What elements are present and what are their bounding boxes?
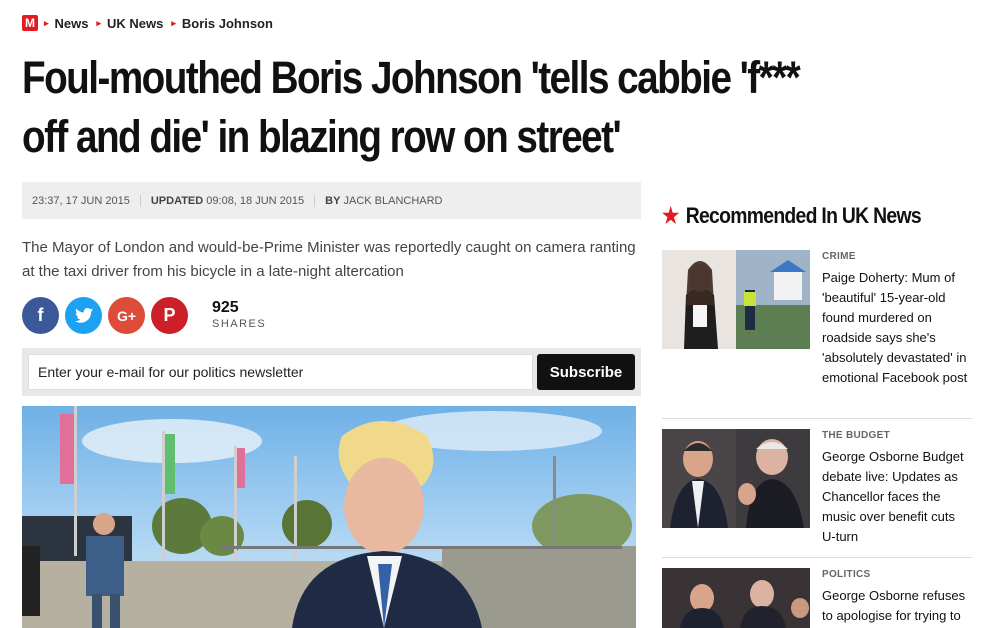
pinterest-share-button[interactable]: P [151,297,188,334]
google-plus-share-button[interactable]: G+ [108,297,145,334]
google-plus-icon: G+ [116,307,137,324]
twitter-share-button[interactable] [65,297,102,334]
author-link[interactable]: JACK BLANCHARD [343,195,442,207]
twitter-icon [74,308,93,323]
card-text: THE BUDGET George Osborne Budget debate … [822,429,972,547]
hero-photo [22,406,636,628]
card-thumbnail[interactable] [662,429,810,528]
breadcrumb-uk-news[interactable]: UK News [107,16,163,31]
recommended-card[interactable]: CRIME Paige Doherty: Mum of 'beautiful' … [662,250,972,410]
divider [662,418,972,419]
mirror-logo[interactable]: M [22,15,38,31]
chevron-right-icon: ▸ [44,17,49,28]
card-text: POLITICS George Osborne refuses to apolo… [822,568,972,626]
updated-value: 09:08, 18 JUN 2015 [206,194,305,207]
share-count: 925 SHARES [212,298,267,332]
article-headline: Foul-mouthed Boris Johnson 'tells cabbie… [22,52,801,162]
recommended-heading: ★ Recommended In UK News [662,203,922,229]
breadcrumb-news[interactable]: News [55,16,89,31]
share-bar: f G+ P 925 SHARES [22,297,266,334]
article-hero-image[interactable] [22,406,636,628]
card-text: CRIME Paige Doherty: Mum of 'beautiful' … [822,250,972,388]
breadcrumb: M ▸ News ▸ UK News ▸ Boris Johnson [22,13,281,33]
recommended-card[interactable]: POLITICS George Osborne refuses to apolo… [662,568,972,628]
card-category[interactable]: CRIME [822,250,972,264]
recommended-title: Recommended In UK News [685,203,922,228]
by-label: BY [325,194,341,207]
subscribe-button[interactable]: Subscribe [537,354,635,390]
article-meta-bar: 23:37, 17 JUN 2015 UPDATED 09:08, 18 JUN… [22,182,641,219]
newsletter-email-input[interactable] [28,354,533,390]
thumbnail-photo [662,250,810,349]
updated-label: UPDATED [150,194,204,207]
published-time: 23:37, 17 JUN 2015 [22,194,141,207]
thumbnail-photo [662,429,810,528]
chevron-right-icon: ▸ [96,17,102,28]
recommended-card[interactable]: THE BUDGET George Osborne Budget debate … [662,429,972,549]
thumbnail-photo [662,568,810,628]
share-count-number: 925 [212,298,239,316]
card-thumbnail[interactable] [662,250,810,349]
card-thumbnail[interactable] [662,568,810,628]
facebook-icon: f [37,305,44,325]
article-standfirst: The Mayor of London and would-be-Prime M… [22,239,636,280]
pinterest-icon: P [163,305,176,325]
updated-time: UPDATED 09:08, 18 JUN 2015 [141,194,316,207]
share-count-label: SHARES [212,317,267,330]
newsletter-signup: Subscribe [22,348,641,396]
card-title[interactable]: George Osborne refuses to apologise for … [822,586,972,626]
card-title[interactable]: Paige Doherty: Mum of 'beautiful' 15-yea… [822,268,972,388]
star-icon: ★ [662,203,679,228]
chevron-right-icon: ▸ [171,17,176,28]
facebook-share-button[interactable]: f [22,297,59,334]
card-category[interactable]: POLITICS [822,568,972,582]
card-title[interactable]: George Osborne Budget debate live: Updat… [822,447,972,547]
breadcrumb-boris-johnson[interactable]: Boris Johnson [182,16,273,31]
card-category[interactable]: THE BUDGET [822,429,972,443]
byline: BY JACK BLANCHARD [315,195,452,207]
divider [662,557,972,558]
